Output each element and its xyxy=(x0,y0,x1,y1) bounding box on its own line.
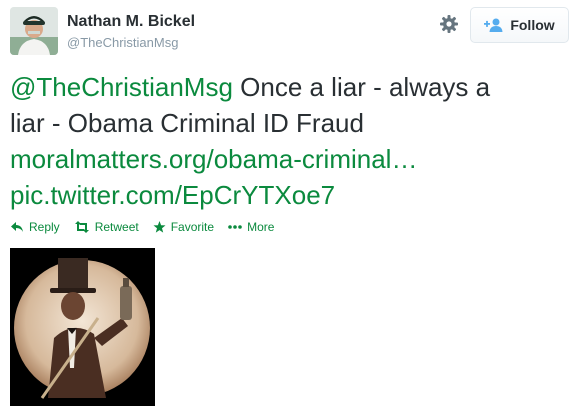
more-action[interactable]: More xyxy=(228,220,274,234)
pic-link[interactable]: pic.twitter.com/EpCrYTXoe7 xyxy=(10,180,335,210)
retweet-action[interactable]: Retweet xyxy=(74,220,139,234)
tweet-text-part2: liar - Obama Criminal ID Fraud xyxy=(10,108,364,138)
more-label: More xyxy=(247,220,275,234)
tweet: Nathan M. Bickel @TheChristianMsg Follow xyxy=(0,0,572,410)
retweet-icon xyxy=(74,221,90,233)
more-icon xyxy=(228,225,242,229)
article-link[interactable]: moralmatters.org/obama-criminal… xyxy=(10,144,417,174)
user-handle[interactable]: @TheChristianMsg xyxy=(67,35,178,50)
retweet-label: Retweet xyxy=(94,220,139,234)
reply-icon xyxy=(10,221,24,233)
reply-label: Reply xyxy=(29,220,60,234)
follow-label: Follow xyxy=(510,17,555,33)
tweet-line-1: @TheChristianMsg Once a liar - always a xyxy=(10,69,562,105)
reply-action[interactable]: Reply xyxy=(10,220,60,234)
mention-link[interactable]: @TheChristianMsg xyxy=(10,72,233,102)
add-user-icon xyxy=(484,18,504,32)
follow-button[interactable]: Follow xyxy=(470,7,569,43)
user-name[interactable]: Nathan M. Bickel xyxy=(67,13,195,31)
tweet-text-part1: Once a liar - always a xyxy=(232,72,491,102)
favorite-action[interactable]: Favorite xyxy=(153,220,214,234)
tweet-text: @TheChristianMsg Once a liar - always a … xyxy=(10,69,562,213)
avatar[interactable] xyxy=(10,7,58,55)
tweet-actions: Reply Retweet Favorite More xyxy=(10,220,274,234)
tweet-media-image[interactable] xyxy=(10,248,155,406)
star-icon xyxy=(153,221,166,233)
gear-icon[interactable] xyxy=(438,13,460,35)
favorite-label: Favorite xyxy=(170,220,215,234)
